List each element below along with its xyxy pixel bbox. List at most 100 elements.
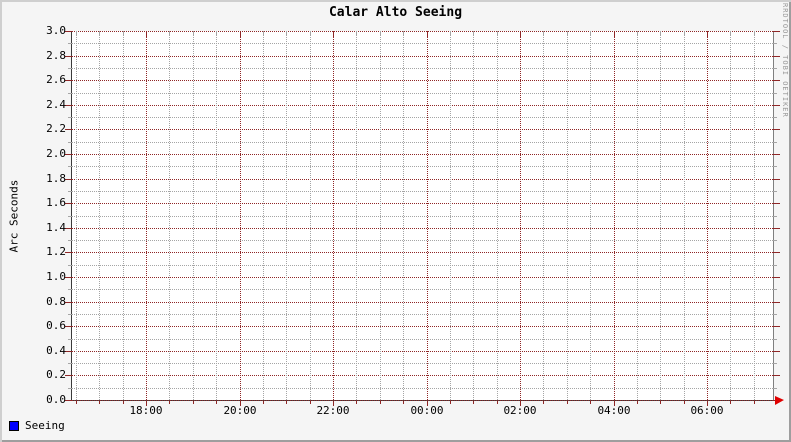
y-minor-tick-right — [773, 289, 777, 290]
x-major-tick-top — [707, 32, 708, 37]
y-minor-tick-left — [68, 314, 72, 315]
y-tick-label: 0.4 — [46, 344, 66, 357]
y-minor-gridline — [72, 166, 773, 167]
y-minor-tick-right — [773, 191, 777, 192]
x-minor-gridline — [286, 31, 287, 400]
x-minor-gridline — [567, 31, 568, 400]
y-minor-gridline — [72, 43, 773, 44]
x-minor-tick-top — [356, 32, 357, 36]
y-major-gridline — [72, 80, 773, 81]
x-minor-tick-top — [263, 32, 264, 36]
y-major-gridline — [72, 302, 773, 303]
y-minor-tick-left — [68, 43, 72, 44]
x-minor-gridline — [497, 31, 498, 400]
x-tick-label: 18:00 — [129, 404, 163, 417]
y-tick-label: 0.0 — [46, 393, 66, 406]
rrd-graph: Calar Alto Seeing Arc Seconds 0.0 0.2 0.4 0… — [0, 0, 791, 442]
x-minor-gridline — [193, 31, 194, 400]
legend-label-seeing: Seeing — [25, 419, 65, 432]
chart-title: Calar Alto Seeing — [328, 5, 463, 20]
x-minor-tick-bottom — [286, 401, 287, 404]
y-minor-gridline — [72, 216, 773, 217]
y-tick-label: 2.4 — [46, 98, 66, 111]
x-minor-tick-bottom — [543, 401, 544, 404]
legend: Seeing — [9, 419, 65, 433]
y-minor-tick-right — [773, 240, 777, 241]
y-tick-label: 0.6 — [46, 319, 66, 332]
y-major-gridline — [72, 31, 773, 32]
x-major-gridline — [427, 31, 428, 400]
x-minor-gridline — [310, 31, 311, 400]
y-major-gridline — [72, 228, 773, 229]
x-minor-tick-top — [450, 32, 451, 36]
x-minor-tick-bottom — [637, 401, 638, 404]
x-minor-tick-bottom — [497, 401, 498, 404]
x-major-gridline — [520, 31, 521, 400]
y-minor-gridline — [72, 289, 773, 290]
y-minor-gridline — [72, 191, 773, 192]
x-minor-tick-bottom — [754, 401, 755, 404]
y-minor-tick-right — [773, 265, 777, 266]
x-minor-gridline — [730, 31, 731, 400]
y-minor-tick-left — [68, 388, 72, 389]
x-tick-label: 06:00 — [690, 404, 724, 417]
y-major-tick-right — [773, 228, 780, 229]
x-tick-label: 02:00 — [503, 404, 537, 417]
x-minor-gridline — [76, 31, 77, 400]
y-major-tick-left — [65, 252, 72, 253]
y-major-tick-left — [65, 80, 72, 81]
y-major-tick-left — [65, 277, 72, 278]
y-major-tick-right — [773, 154, 780, 155]
x-minor-tick-bottom — [660, 401, 661, 404]
y-tick-label: 3.0 — [46, 24, 66, 37]
y-major-gridline — [72, 105, 773, 106]
y-minor-tick-right — [773, 339, 777, 340]
y-tick-label: 2.0 — [46, 147, 66, 160]
x-minor-tick-top — [123, 32, 124, 36]
x-minor-tick-bottom — [450, 401, 451, 404]
x-major-gridline — [707, 31, 708, 400]
x-minor-tick-bottom — [684, 401, 685, 404]
y-tick-label: 1.8 — [46, 172, 66, 185]
y-major-tick-left — [65, 154, 72, 155]
x-minor-gridline — [684, 31, 685, 400]
y-minor-tick-right — [773, 93, 777, 94]
x-minor-tick-top — [76, 32, 77, 36]
y-major-tick-left — [65, 375, 72, 376]
x-minor-gridline — [403, 31, 404, 400]
y-major-tick-left — [65, 56, 72, 57]
x-minor-tick-bottom — [567, 401, 568, 404]
x-minor-tick-top — [403, 32, 404, 36]
y-major-tick-right — [773, 351, 780, 352]
x-minor-tick-top — [567, 32, 568, 36]
y-tick-label: 0.2 — [46, 368, 66, 381]
x-minor-tick-top — [497, 32, 498, 36]
y-minor-tick-left — [68, 289, 72, 290]
y-minor-gridline — [72, 339, 773, 340]
y-major-tick-left — [65, 228, 72, 229]
y-minor-tick-left — [68, 240, 72, 241]
y-minor-tick-right — [773, 166, 777, 167]
x-minor-tick-top — [193, 32, 194, 36]
x-minor-tick-top — [660, 32, 661, 36]
x-major-gridline — [146, 31, 147, 400]
y-minor-tick-right — [773, 117, 777, 118]
y-tick-label: 2.6 — [46, 73, 66, 86]
y-tick-label: 1.4 — [46, 221, 66, 234]
legend-swatch-seeing — [9, 421, 19, 431]
y-tick-label: 0.8 — [46, 295, 66, 308]
x-major-tick-top — [427, 32, 428, 37]
y-tick-label: 1.0 — [46, 270, 66, 283]
y-major-tick-right — [773, 302, 780, 303]
y-major-tick-right — [773, 80, 780, 81]
y-axis-label: Arc Seconds — [7, 179, 21, 253]
x-major-gridline — [240, 31, 241, 400]
x-minor-tick-top — [730, 32, 731, 36]
y-major-tick-right — [773, 326, 780, 327]
x-major-tick-top — [520, 32, 521, 37]
y-minor-tick-left — [68, 166, 72, 167]
x-minor-tick-top — [169, 32, 170, 36]
x-major-gridline — [614, 31, 615, 400]
y-major-tick-left — [65, 351, 72, 352]
y-major-tick-left — [65, 31, 72, 32]
